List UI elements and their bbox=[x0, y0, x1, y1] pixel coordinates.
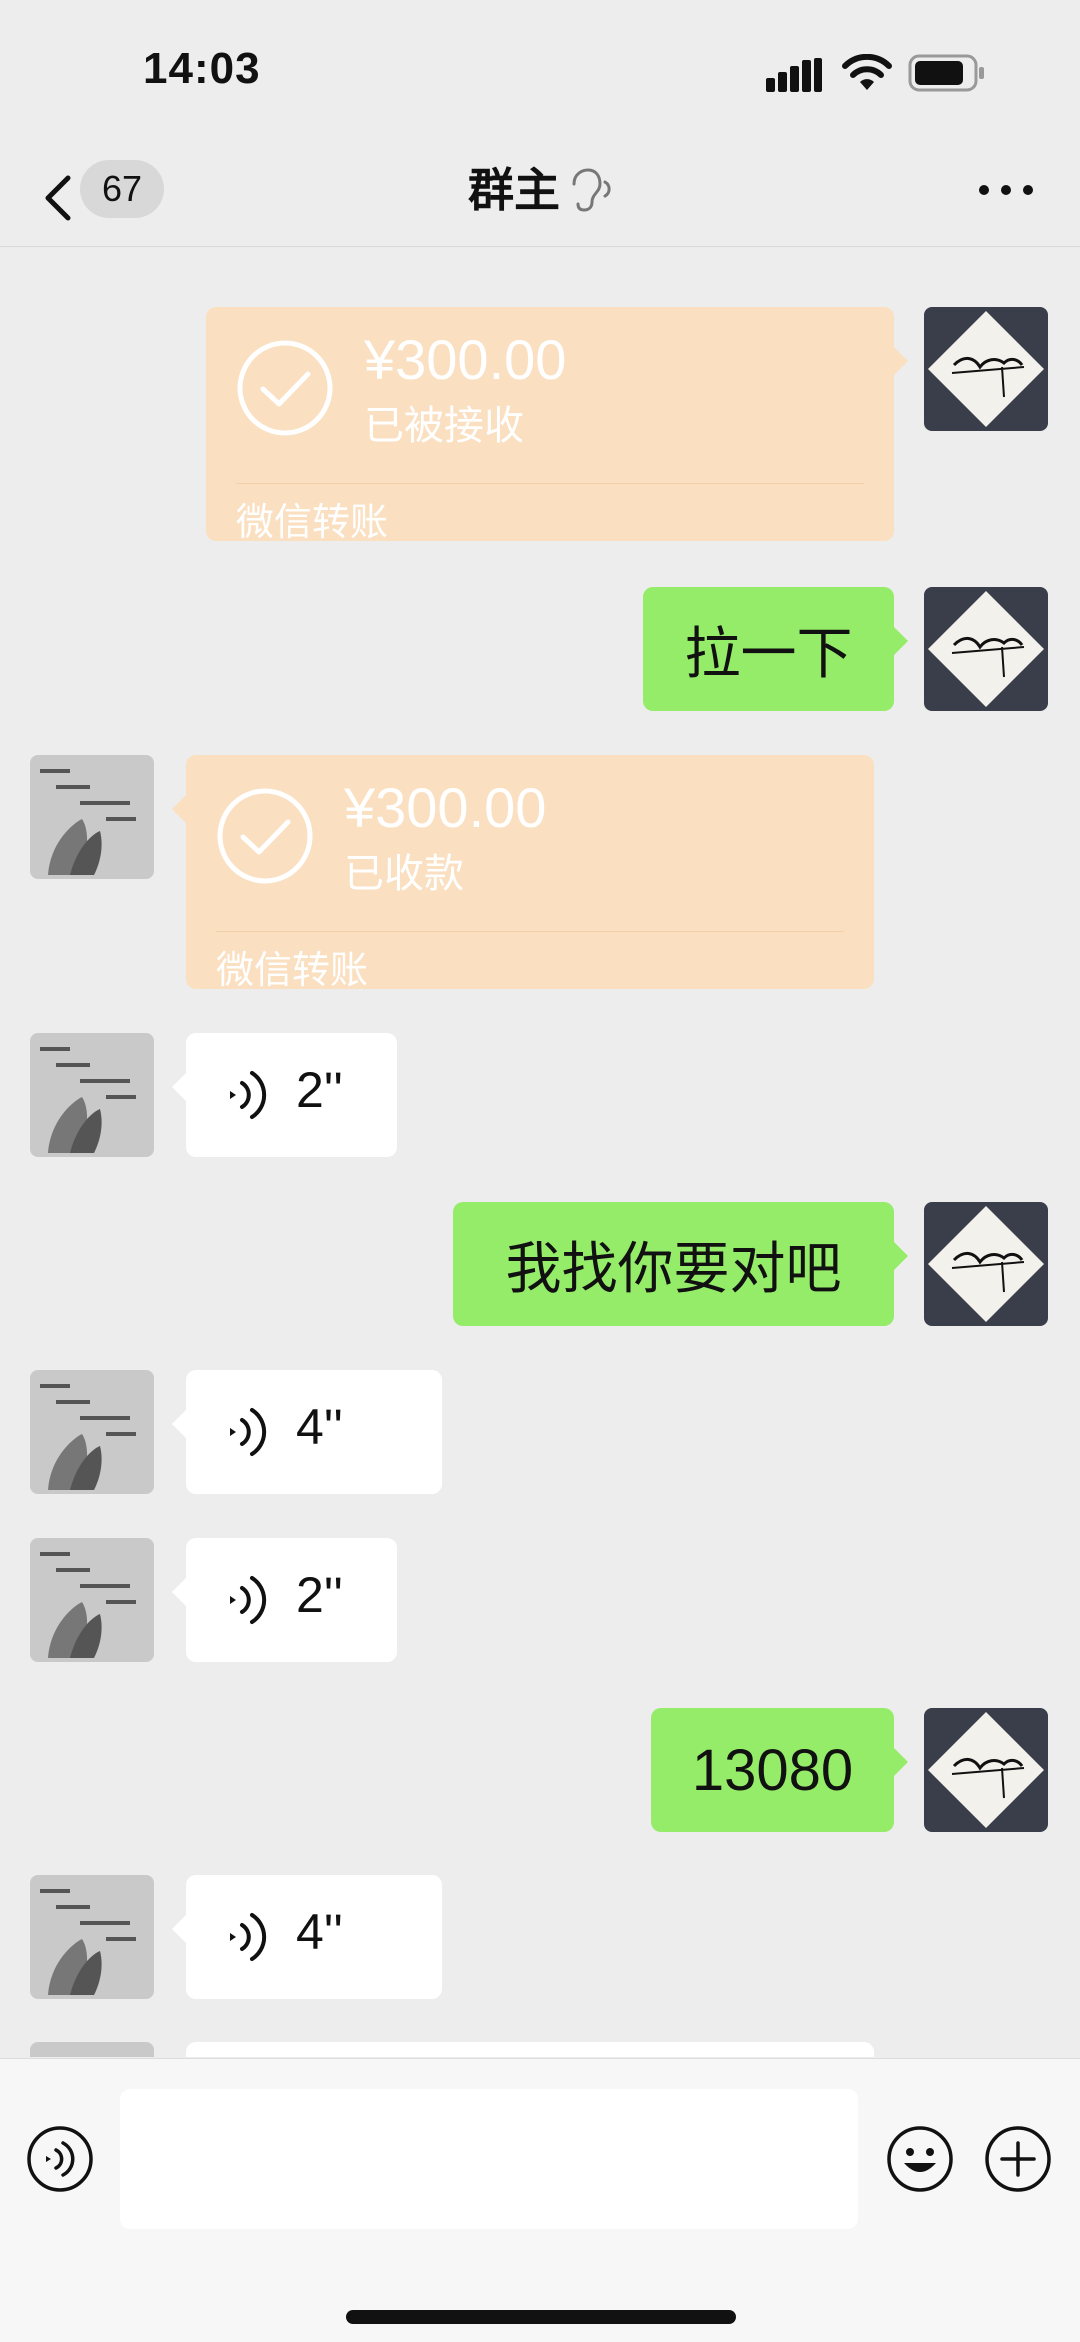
bubble-tail bbox=[894, 347, 908, 375]
voice-message-bubble[interactable]: 4'' bbox=[172, 1370, 442, 1494]
transfer-card[interactable]: ¥300.00 已收款 微信转账 bbox=[172, 755, 874, 992]
voice-message-bubble[interactable]: 2'' bbox=[172, 1033, 397, 1157]
divider bbox=[236, 483, 864, 484]
signal-icon bbox=[766, 58, 822, 92]
chat-title-text: 群主 bbox=[468, 163, 560, 217]
voice-duration: 4'' bbox=[296, 1399, 343, 1455]
voice-wave-icon bbox=[230, 1071, 267, 1119]
more-dots-icon[interactable] bbox=[976, 180, 1036, 200]
sent-text-bubble[interactable]: 我找你要对吧 bbox=[453, 1202, 908, 1326]
transfer-amount: ¥300.00 bbox=[364, 328, 567, 391]
bubble-tail bbox=[172, 1410, 186, 1438]
contact-avatar[interactable] bbox=[30, 1875, 154, 1999]
sent-text-bubble[interactable]: 13080 bbox=[651, 1708, 908, 1832]
status-bar: 14:03 bbox=[0, 0, 1080, 150]
bubble-tail bbox=[894, 627, 908, 655]
bubble-tail bbox=[894, 1242, 908, 1270]
contact-avatar[interactable] bbox=[30, 1370, 154, 1494]
sent-text-bubble[interactable]: 拉一下 bbox=[643, 587, 908, 711]
message-input[interactable] bbox=[120, 2089, 858, 2229]
bubble-tail bbox=[172, 1073, 186, 1101]
transfer-card[interactable]: ¥300.00 已被接收 微信转账 bbox=[206, 307, 908, 544]
my-avatar[interactable] bbox=[924, 307, 1048, 431]
message-text: 13080 bbox=[691, 1737, 854, 1803]
chat-messages[interactable]: ¥300.00 已被接收 微信转账 拉一下 ¥300.00 已收款 微信转账 2… bbox=[0, 247, 1080, 2057]
chat-title: 群主 bbox=[0, 160, 1080, 220]
transfer-status: 已收款 bbox=[344, 851, 464, 897]
bubble-tail bbox=[172, 795, 186, 823]
message-text: 我找你要对吧 bbox=[505, 1236, 842, 1302]
my-avatar[interactable] bbox=[924, 587, 1048, 711]
my-avatar[interactable] bbox=[924, 1202, 1048, 1326]
transfer-footer: 微信转账 bbox=[236, 500, 389, 544]
voice-message-bubble[interactable]: 4'' bbox=[172, 1875, 442, 1999]
partial-message-bubble[interactable] bbox=[186, 2042, 874, 2057]
bubble-tail bbox=[894, 1748, 908, 1776]
home-indicator[interactable] bbox=[346, 2310, 736, 2324]
my-avatar[interactable] bbox=[924, 1708, 1048, 1832]
divider bbox=[216, 931, 844, 932]
chat-header: 67 群主 bbox=[0, 150, 1080, 247]
contact-avatar[interactable] bbox=[30, 2042, 154, 2057]
battery-icon bbox=[908, 54, 984, 92]
input-bar bbox=[0, 2058, 1080, 2342]
wifi-icon bbox=[842, 54, 892, 90]
contact-avatar[interactable] bbox=[30, 1538, 154, 1662]
contact-avatar[interactable] bbox=[30, 755, 154, 879]
voice-duration: 4'' bbox=[296, 1904, 343, 1960]
check-circle-icon bbox=[237, 340, 333, 436]
check-circle-icon bbox=[217, 788, 313, 884]
voice-message-bubble[interactable]: 2'' bbox=[172, 1538, 397, 1662]
voice-wave-icon bbox=[230, 1408, 267, 1456]
bubble-tail bbox=[172, 1578, 186, 1606]
voice-input-icon[interactable] bbox=[26, 2125, 94, 2193]
voice-wave-icon bbox=[230, 1913, 267, 1961]
voice-duration: 2'' bbox=[296, 1567, 343, 1623]
transfer-status: 已被接收 bbox=[364, 403, 524, 449]
message-text: 拉一下 bbox=[684, 621, 853, 687]
transfer-footer: 微信转账 bbox=[216, 948, 369, 992]
ear-icon bbox=[572, 168, 611, 212]
transfer-amount: ¥300.00 bbox=[344, 776, 547, 839]
bubble-tail bbox=[172, 1915, 186, 1943]
plus-circle-icon[interactable] bbox=[984, 2125, 1052, 2193]
status-time: 14:03 bbox=[143, 44, 261, 93]
voice-duration: 2'' bbox=[296, 1062, 343, 1118]
voice-wave-icon bbox=[230, 1576, 267, 1624]
contact-avatar[interactable] bbox=[30, 1033, 154, 1157]
emoji-icon[interactable] bbox=[886, 2125, 954, 2193]
